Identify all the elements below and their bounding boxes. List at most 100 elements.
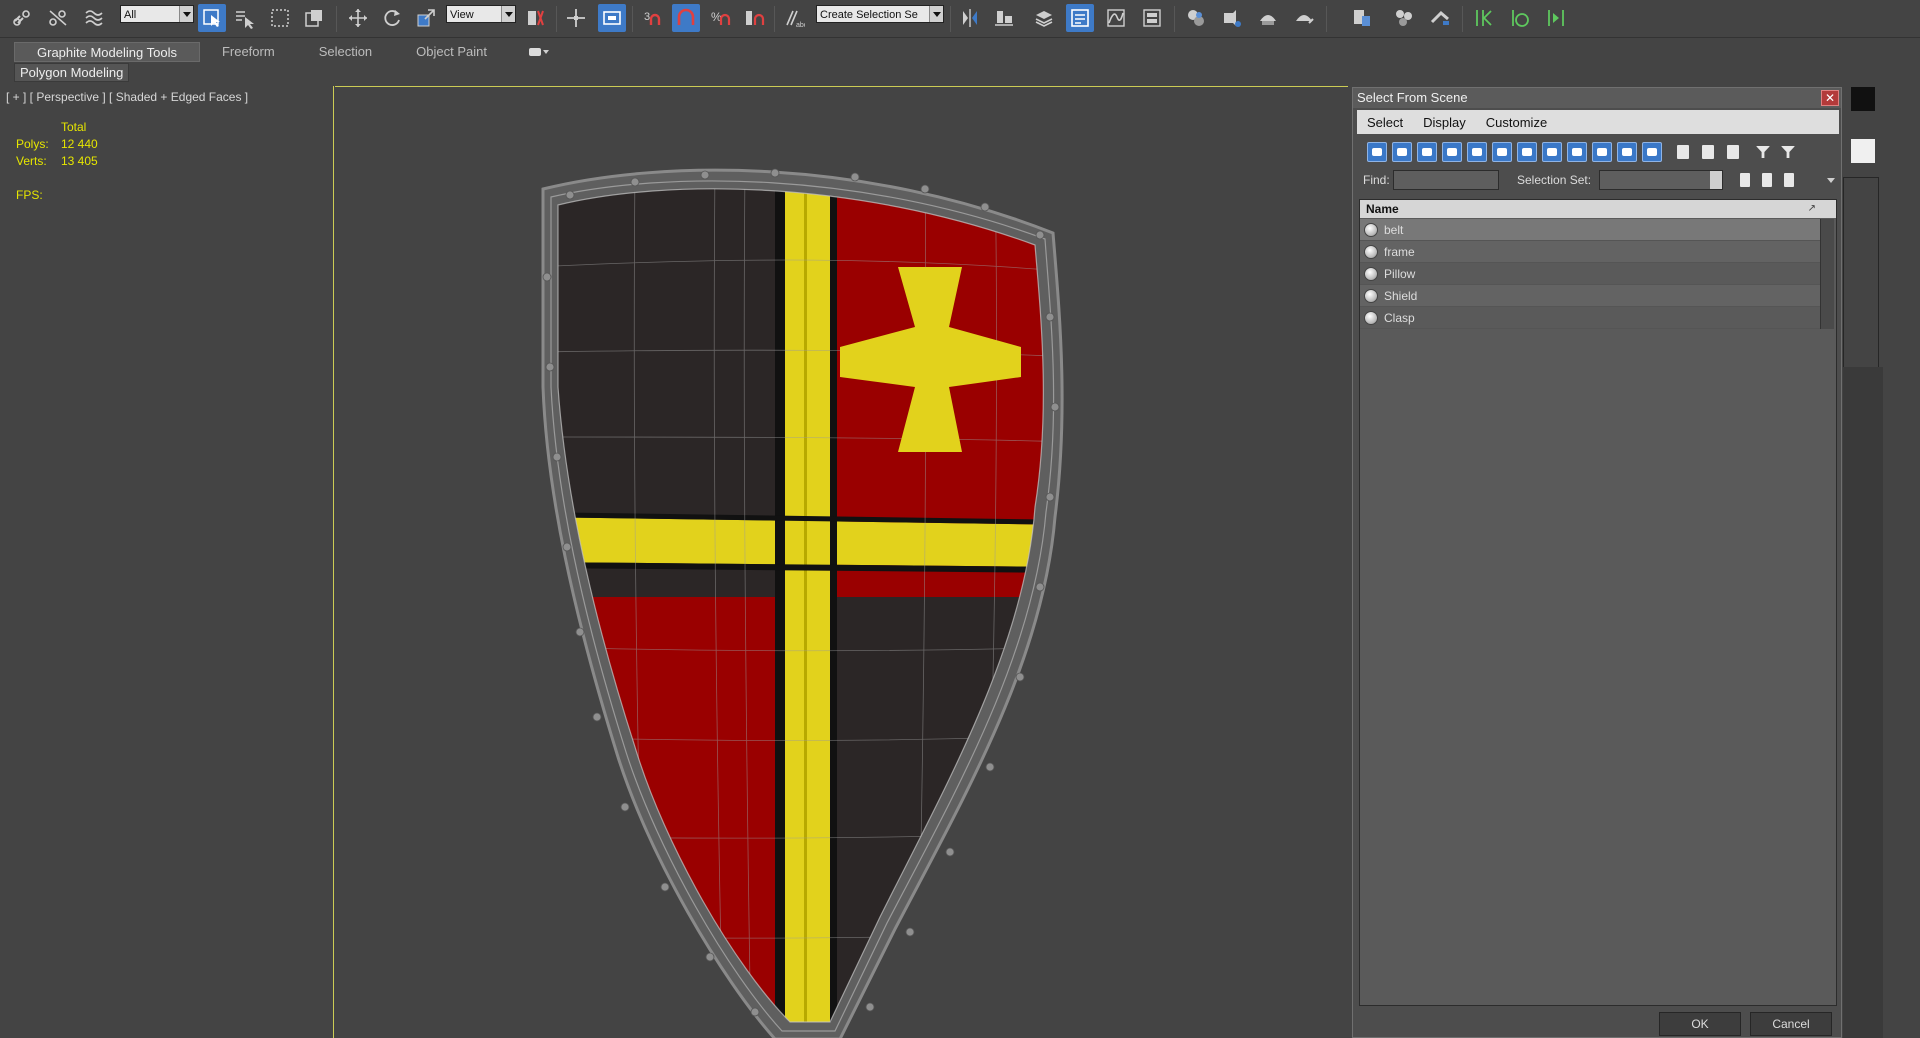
menu-select[interactable]: Select <box>1357 115 1413 130</box>
remove-from-set-icon[interactable] <box>1779 170 1799 190</box>
display-lights-icon[interactable] <box>1417 142 1437 162</box>
angle-snap-icon[interactable] <box>672 4 700 32</box>
app-window: All View 3 % abc Create Selection Se <box>0 0 1920 1038</box>
list-item[interactable]: Pillow <box>1360 263 1820 285</box>
find-input[interactable] <box>1393 170 1499 190</box>
shield-model[interactable] <box>335 87 1348 1038</box>
spinner-snap-icon[interactable] <box>740 4 768 32</box>
quick-align-icon[interactable] <box>1348 4 1376 32</box>
polygon-modeling-panel[interactable]: Polygon Modeling <box>14 63 130 82</box>
ok-button[interactable]: OK <box>1659 1012 1741 1036</box>
dialog-menubar: Select Display Customize <box>1357 110 1839 134</box>
scale-icon[interactable] <box>412 4 440 32</box>
schematic-view-icon[interactable] <box>1138 4 1166 32</box>
particle-view-icon[interactable] <box>1390 4 1418 32</box>
key-mode-icon[interactable] <box>1470 4 1498 32</box>
link-icon[interactable] <box>8 4 36 32</box>
time-config-icon[interactable] <box>1506 4 1534 32</box>
ribbon-options-dropdown[interactable] <box>529 42 553 62</box>
tab-freeform[interactable]: Freeform <box>200 42 297 62</box>
tab-selection[interactable]: Selection <box>297 42 394 62</box>
display-all-icon[interactable] <box>1673 142 1693 162</box>
list-scrollbar[interactable] <box>1820 219 1834 329</box>
list-item-label: belt <box>1384 222 1404 237</box>
display-bones-icon[interactable] <box>1567 142 1587 162</box>
select-object-icon[interactable] <box>198 4 226 32</box>
color-swatch[interactable] <box>1851 87 1875 111</box>
curve-editor-icon[interactable] <box>1102 4 1130 32</box>
named-selection-dropdown[interactable]: Create Selection Se <box>816 5 944 23</box>
set-key-icon[interactable] <box>1542 4 1570 32</box>
select-set-icon[interactable] <box>1735 170 1755 190</box>
list-item[interactable]: Shield <box>1360 285 1820 307</box>
column-header-name[interactable]: Name ↗ <box>1360 200 1836 218</box>
dialog-title[interactable]: Select From Scene <box>1353 88 1841 108</box>
viewport-left[interactable]: [ + ] [ Perspective ] [ Shaded + Edged F… <box>0 86 334 1038</box>
viewport-perspective[interactable] <box>335 86 1348 1038</box>
move-icon[interactable] <box>344 4 372 32</box>
select-manipulate-icon[interactable] <box>562 4 590 32</box>
add-to-set-icon[interactable] <box>1757 170 1777 190</box>
rotate-icon[interactable] <box>378 4 406 32</box>
window-crossing-icon[interactable] <box>300 4 328 32</box>
render-frame-window-icon[interactable] <box>1254 4 1282 32</box>
display-spacewarps-icon[interactable] <box>1492 142 1512 162</box>
snaps-toggle-icon[interactable]: 3 <box>638 4 666 32</box>
column-name-label: Name <box>1366 202 1399 216</box>
display-helpers-icon[interactable] <box>1467 142 1487 162</box>
geometry-icon <box>1364 222 1378 237</box>
statistics-overlay: Total Polys: 12 440 Verts: 13 405 FPS: <box>16 120 98 205</box>
chevron-down-icon[interactable] <box>1827 178 1835 183</box>
geometry-icon <box>1364 244 1378 259</box>
keyboard-shortcut-override-icon[interactable] <box>598 4 626 32</box>
selection-set-dropdown[interactable] <box>1599 170 1723 190</box>
display-invert-icon[interactable] <box>1723 142 1743 162</box>
unlink-icon[interactable] <box>44 4 72 32</box>
display-containers-icon[interactable] <box>1592 142 1612 162</box>
material-editor-icon[interactable] <box>1182 4 1210 32</box>
filter-options-icon[interactable] <box>1778 142 1798 162</box>
layer-explorer-icon[interactable] <box>1030 4 1058 32</box>
display-groups-icon[interactable] <box>1517 142 1537 162</box>
percent-snap-icon[interactable]: % <box>706 4 734 32</box>
display-xrefs-icon[interactable] <box>1542 142 1562 162</box>
list-item[interactable]: belt <box>1360 219 1820 241</box>
display-cameras-icon[interactable] <box>1442 142 1462 162</box>
bind-spacewarp-icon[interactable] <box>80 4 108 32</box>
filter-icon[interactable] <box>1753 142 1773 162</box>
viewport-label[interactable]: [ + ] [ Perspective ] [ Shaded + Edged F… <box>6 90 248 104</box>
list-item[interactable]: frame <box>1360 241 1820 263</box>
verts-value: 13 405 <box>61 154 98 168</box>
selection-filter-dropdown[interactable]: All <box>120 5 194 23</box>
select-from-scene-dialog: Select From Scene ✕ Select Display Custo… <box>1352 87 1842 1038</box>
list-item-label: Pillow <box>1384 266 1416 281</box>
geometry-icon <box>1364 288 1378 303</box>
edit-named-selection-icon[interactable]: abc <box>780 4 808 32</box>
menu-display[interactable]: Display <box>1413 115 1476 130</box>
tab-object-paint[interactable]: Object Paint <box>394 42 509 62</box>
rect-selection-icon[interactable] <box>266 4 294 32</box>
list-item[interactable]: Clasp <box>1360 307 1820 329</box>
ribbon-options-icon <box>529 48 541 56</box>
align-icon[interactable] <box>990 4 1018 32</box>
cancel-button[interactable]: Cancel <box>1750 1012 1832 1036</box>
display-shapes-icon[interactable] <box>1392 142 1412 162</box>
close-icon[interactable]: ✕ <box>1821 90 1839 106</box>
menu-customize[interactable]: Customize <box>1476 115 1557 130</box>
mirror-icon[interactable] <box>956 4 984 32</box>
render-setup-icon[interactable] <box>1218 4 1246 32</box>
command-panel-edge <box>1843 87 1920 1038</box>
reference-coordinate-dropdown[interactable]: View <box>446 5 516 23</box>
display-none-icon[interactable] <box>1698 142 1718 162</box>
select-by-name-icon[interactable] <box>230 4 258 32</box>
wire-params-icon[interactable] <box>1426 4 1454 32</box>
toggle-scene-explorer-icon[interactable] <box>1066 4 1094 32</box>
display-frozen-icon[interactable] <box>1617 142 1637 162</box>
render-production-icon[interactable] <box>1290 4 1318 32</box>
tab-graphite-modeling-tools[interactable]: Graphite Modeling Tools <box>14 42 200 62</box>
pivot-center-icon[interactable] <box>522 4 550 32</box>
display-geometry-icon[interactable] <box>1367 142 1387 162</box>
svg-text:3: 3 <box>644 11 650 23</box>
dropdown-stub[interactable] <box>1851 139 1875 163</box>
display-hidden-icon[interactable] <box>1642 142 1662 162</box>
